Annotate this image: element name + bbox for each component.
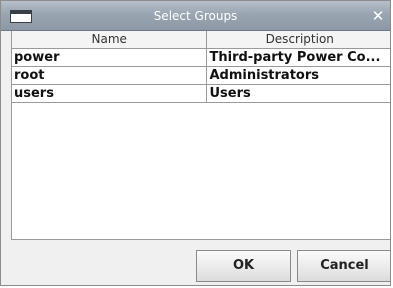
- group-description-cell: Administrators: [209, 68, 319, 83]
- title-bar[interactable]: Select Groups ✕: [1, 1, 390, 31]
- table-row[interactable]: users Users: [12, 85, 390, 103]
- groups-table: Name Description power Third-party Power…: [11, 31, 390, 240]
- table-row[interactable]: power Third-party Power Co...: [12, 49, 390, 67]
- table-row[interactable]: root Administrators: [12, 67, 390, 85]
- cancel-button[interactable]: Cancel: [297, 250, 390, 282]
- group-name-cell: power: [12, 49, 208, 66]
- table-header: Name Description: [12, 31, 390, 49]
- dialog-title: Select Groups: [153, 9, 238, 23]
- select-groups-dialog: Select Groups ✕ Name Description power T…: [0, 0, 391, 286]
- group-description-cell: Third-party Power Co...: [209, 50, 381, 65]
- group-name-cell: users: [12, 85, 208, 102]
- group-name-cell: root: [12, 67, 208, 84]
- column-header-name[interactable]: Name: [12, 31, 208, 48]
- ok-button[interactable]: OK: [196, 250, 291, 282]
- close-icon[interactable]: ✕: [370, 1, 386, 31]
- column-header-description[interactable]: Description: [207, 31, 390, 48]
- group-description-cell: Users: [209, 86, 251, 101]
